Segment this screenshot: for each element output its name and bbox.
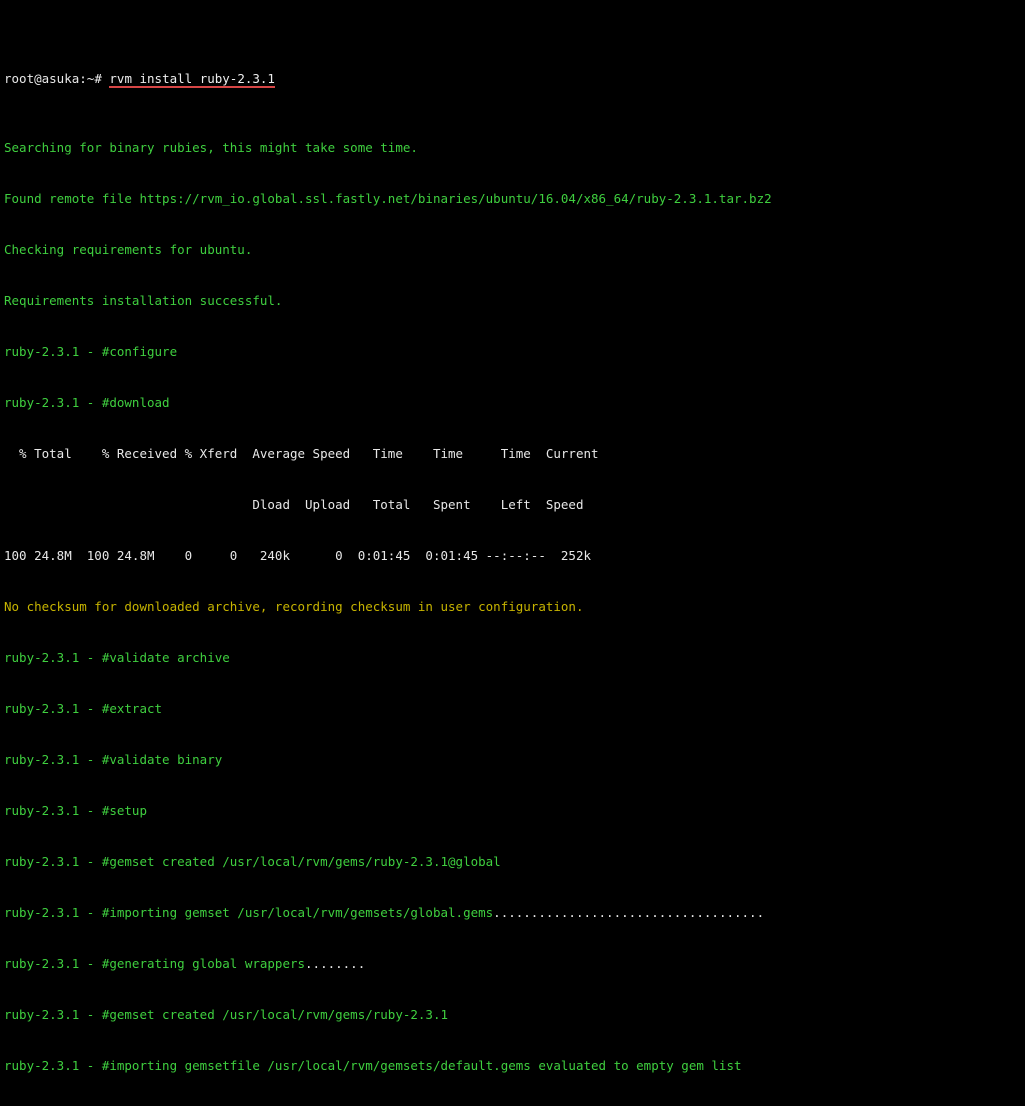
curl-row: 100 24.8M 100 24.8M 0 0 240k 0 0:01:45 0…: [4, 547, 1021, 564]
output-line: ruby-2.3.1 - #validate archive: [4, 649, 1021, 666]
curl-header: % Total % Received % Xferd Average Speed…: [4, 445, 1021, 462]
output-line: ruby-2.3.1 - #extract: [4, 700, 1021, 717]
output-line: ruby-2.3.1 - #generating global wrappers…: [4, 955, 1021, 972]
output-line: Checking requirements for ubuntu.: [4, 241, 1021, 258]
output-line: Found remote file https://rvm_io.global.…: [4, 190, 1021, 207]
output-line: ruby-2.3.1 - #configure: [4, 343, 1021, 360]
output-line: ruby-2.3.1 - #validate binary: [4, 751, 1021, 768]
prompt-line-1[interactable]: root@asuka:~# rvm install ruby-2.3.1: [4, 53, 1021, 88]
output-line: ruby-2.3.1 - #setup: [4, 802, 1021, 819]
terminal[interactable]: root@asuka:~# rvm install ruby-2.3.1 Sea…: [0, 0, 1025, 1106]
curl-subheader: Dload Upload Total Spent Left Speed: [4, 496, 1021, 513]
output-line: Searching for binary rubies, this might …: [4, 139, 1021, 156]
output-line: ruby-2.3.1 - #gemset created /usr/local/…: [4, 853, 1021, 870]
output-line: Requirements installation successful.: [4, 292, 1021, 309]
output-line: ruby-2.3.1 - #importing gemset /usr/loca…: [4, 904, 1021, 921]
output-line: ruby-2.3.1 - #download: [4, 394, 1021, 411]
output-line: ruby-2.3.1 - #gemset created /usr/local/…: [4, 1006, 1021, 1023]
command-rvm-install: rvm install ruby-2.3.1: [109, 72, 275, 88]
output-line: ruby-2.3.1 - #importing gemsetfile /usr/…: [4, 1057, 1021, 1074]
output-warning: No checksum for downloaded archive, reco…: [4, 598, 1021, 615]
prompt-user: root@asuka: [4, 71, 79, 86]
